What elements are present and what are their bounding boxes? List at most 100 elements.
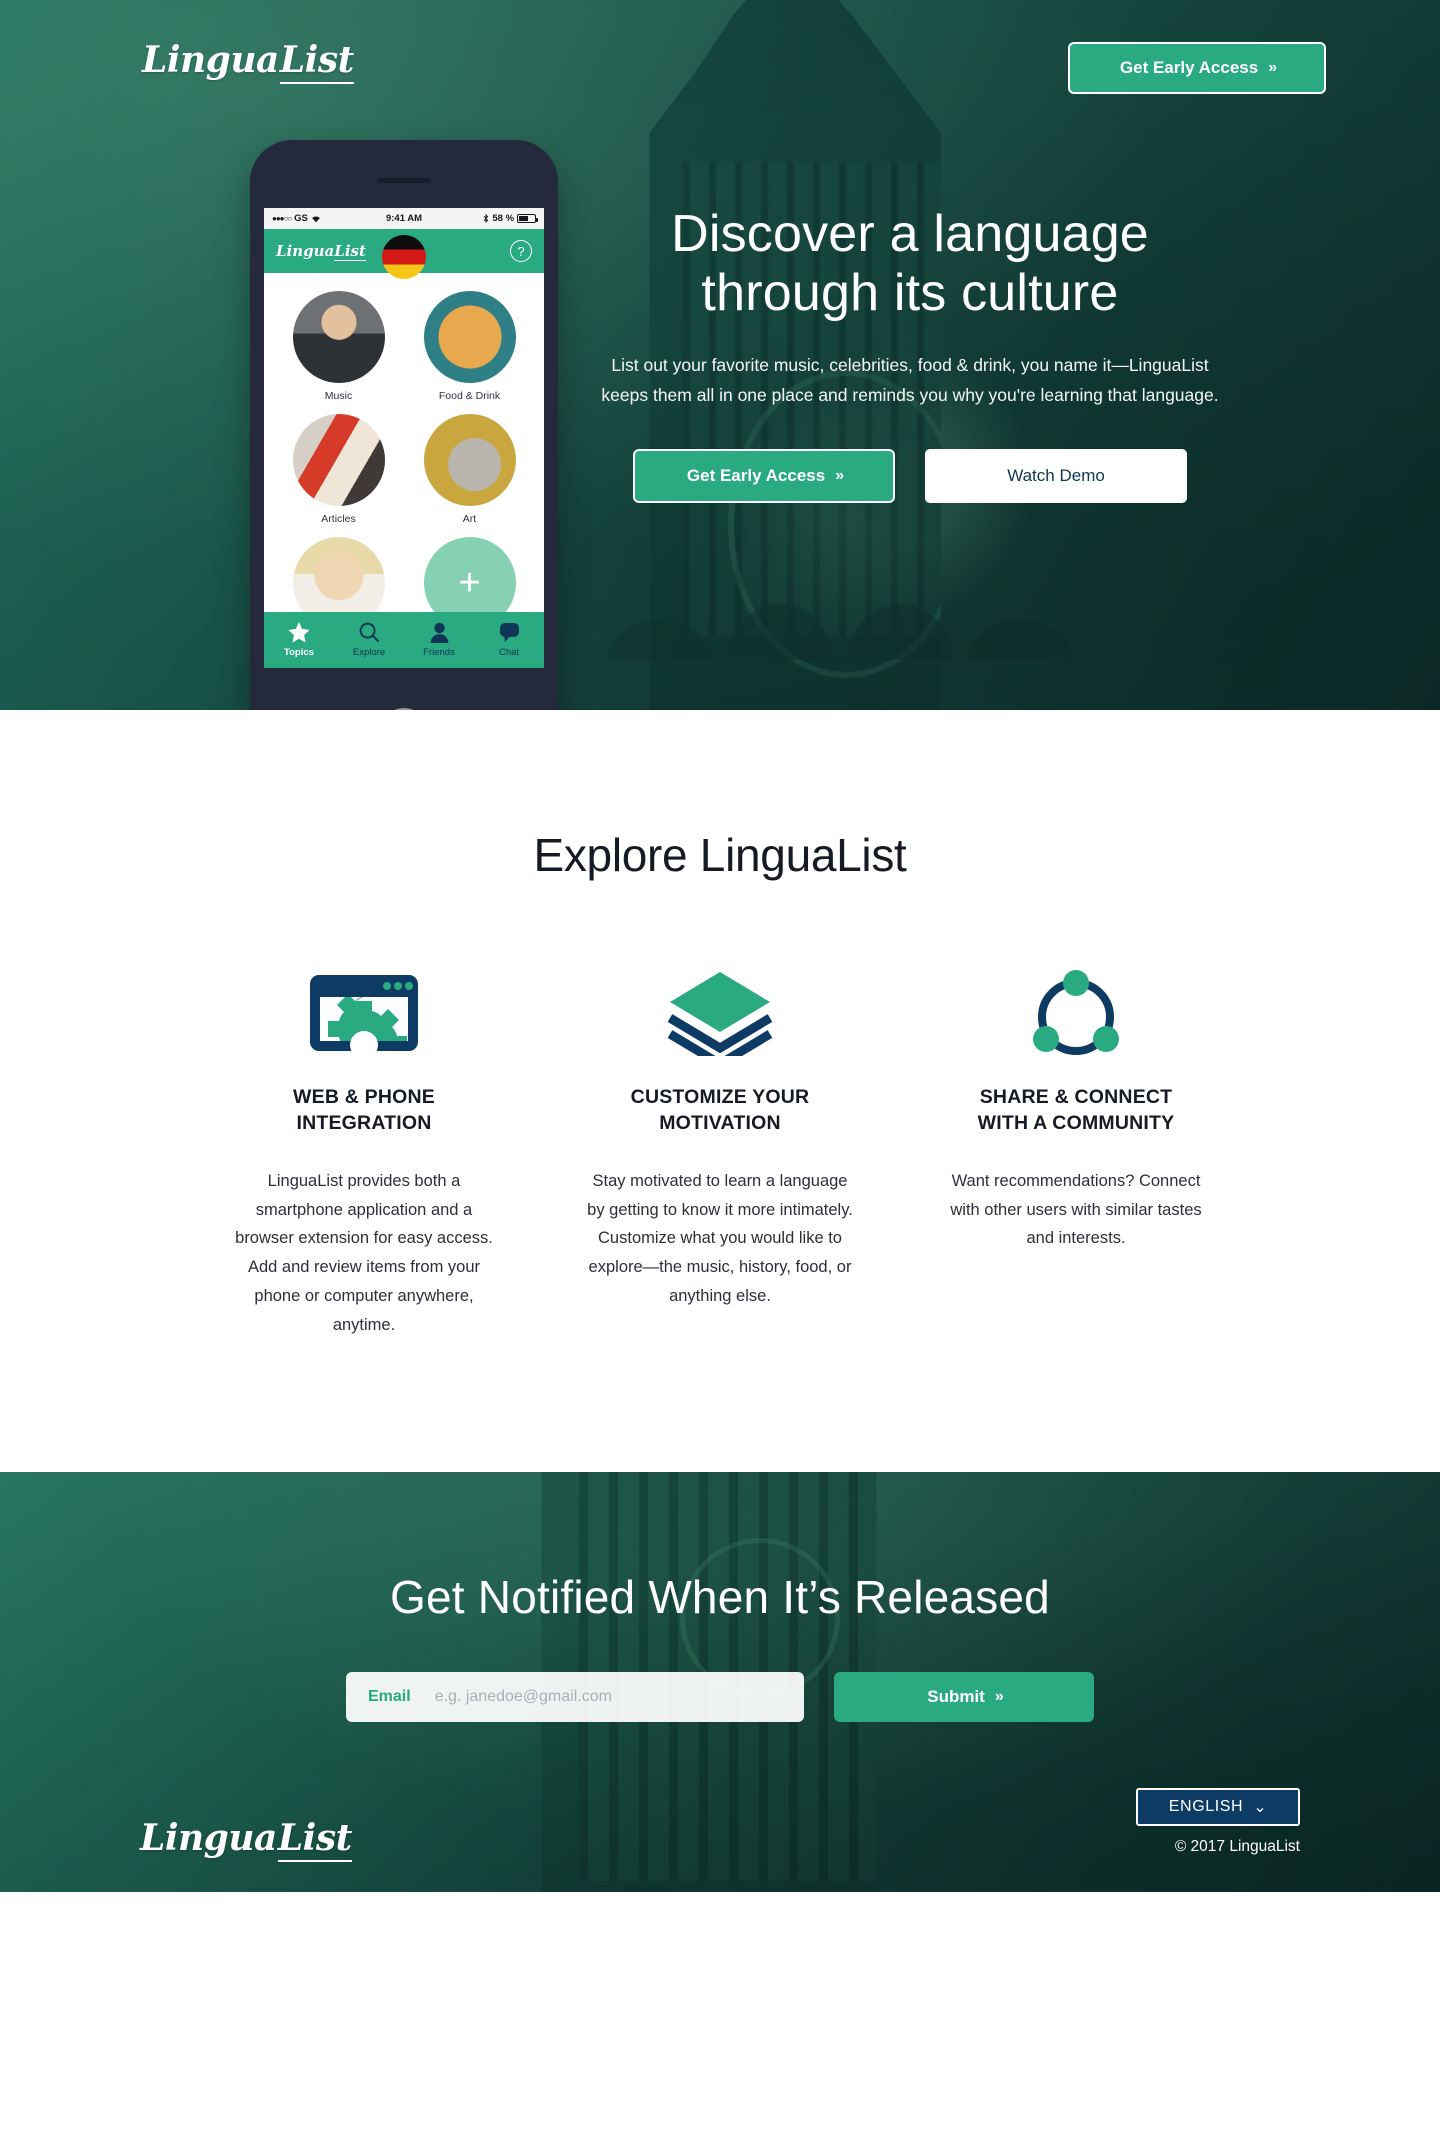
battery-icon <box>517 214 539 223</box>
tile-label: Food & Drink <box>438 390 501 402</box>
tile-label: Art <box>462 513 477 525</box>
hero-section: LinguaList Get Early Access » ●●●○○ GS 9… <box>0 0 1440 710</box>
footer-logo-lingua: Lingua <box>140 1816 277 1859</box>
header-get-early-access-button[interactable]: Get Early Access » <box>1068 42 1326 94</box>
hero-subtitle: List out your favorite music, celebritie… <box>601 354 1219 406</box>
hero-button-group: Get Early Access » Watch Demo <box>570 448 1250 503</box>
notify-content: Get Notified When It’s Released Email Su… <box>0 1472 1440 1722</box>
feature-title: WEB & PHONE INTEGRATION <box>225 1084 503 1137</box>
feature-title-line1: WEB & PHONE <box>293 1086 435 1108</box>
german-flag-icon[interactable] <box>382 235 426 279</box>
tile-label: Articles <box>321 513 356 525</box>
footer-logo[interactable]: LinguaList <box>140 1816 352 1862</box>
feature-title-line2: WITH A COMMUNITY <box>977 1112 1175 1135</box>
layers-icon <box>581 966 859 1058</box>
signal-strength-icon: ●●●○○ <box>272 214 292 223</box>
submit-label: Submit <box>927 1686 985 1706</box>
feature-customize-motivation: CUSTOMIZE YOUR MOTIVATION Stay motivated… <box>581 966 859 1340</box>
email-label: Email <box>368 1687 411 1705</box>
sculpture-photo-icon <box>423 414 516 506</box>
wifi-icon <box>312 216 320 222</box>
features-section: Explore LinguaList WEB & PHONE INTEGRATI <box>0 710 1440 1472</box>
feature-row: WEB & PHONE INTEGRATION LinguaList provi… <box>0 966 1440 1340</box>
email-field-wrapper[interactable]: Email <box>346 1671 804 1722</box>
watch-demo-button[interactable]: Watch Demo <box>925 448 1187 503</box>
hero-title-line2: through its culture <box>701 264 1119 323</box>
nav-item-explore[interactable]: Explore <box>334 612 404 668</box>
magazines-photo-icon <box>292 414 385 506</box>
phone-home-button[interactable] <box>380 708 428 710</box>
tile-label: Music <box>324 390 353 402</box>
phone-mockup: ●●●○○ GS 9:41 AM 58 % LinguaList ? Music… <box>250 140 558 710</box>
bluetooth-icon <box>484 214 489 223</box>
signup-form: Email Submit » <box>0 1671 1440 1722</box>
feature-body: LinguaList provides both a smartphone ap… <box>235 1171 493 1334</box>
copyright-text: © 2017 LinguaList <box>1174 1837 1300 1855</box>
help-icon[interactable]: ? <box>510 240 532 262</box>
phone-clock: 9:41 AM <box>385 213 423 224</box>
battery-percent-label: 58 % <box>492 213 515 224</box>
chat-bubble-icon <box>499 623 519 642</box>
app-tile-music[interactable]: Music <box>286 291 391 402</box>
nav-label: Explore <box>352 647 386 658</box>
hero-copy: Discover a language through its culture … <box>570 205 1250 503</box>
carrier-label: GS <box>294 213 308 224</box>
feature-title-line1: SHARE & CONNECT <box>979 1086 1173 1108</box>
phone-speaker <box>377 178 431 183</box>
site-logo[interactable]: LinguaList <box>142 39 354 84</box>
feature-title-line2: MOTIVATION <box>659 1112 781 1135</box>
chevron-right-icon: » <box>835 466 844 484</box>
app-tile-articles[interactable]: Articles <box>286 414 391 525</box>
network-share-icon <box>937 966 1215 1058</box>
chevron-right-icon: » <box>994 1687 1004 1705</box>
language-selector[interactable]: ENGLISH ⌄ <box>1136 1787 1300 1826</box>
app-topic-grid: Music Food & Drink Articles Art + <box>264 273 544 629</box>
browser-gear-icon <box>225 966 503 1058</box>
footer-bar: LinguaList ENGLISH ⌄ © 2017 LinguaList <box>0 1787 1440 1862</box>
submit-button[interactable]: Submit » <box>834 1671 1094 1722</box>
feature-title-line2: INTEGRATION <box>296 1112 432 1135</box>
search-icon <box>359 622 379 643</box>
feature-body: Want recommendations? Connect with other… <box>950 1171 1202 1248</box>
star-icon <box>288 622 310 643</box>
app-tile-art[interactable]: Art <box>417 414 522 525</box>
nav-item-friends[interactable]: Friends <box>404 612 474 668</box>
nav-label: Friends <box>423 647 455 658</box>
hero-title: Discover a language through its culture <box>570 205 1250 324</box>
chevron-right-icon: » <box>1268 59 1277 76</box>
language-selected-label: ENGLISH <box>1168 1797 1244 1815</box>
nav-item-chat[interactable]: Chat <box>474 612 544 668</box>
app-bottom-nav: Topics Explore Friends Chat <box>264 612 544 668</box>
footer-logo-list: List <box>277 1816 352 1862</box>
header-cta-label: Get Early Access <box>1119 58 1259 77</box>
logo-text-lingua: Lingua <box>142 39 279 81</box>
app-logo: LinguaList <box>276 242 366 261</box>
chevron-down-icon: ⌄ <box>1253 1798 1268 1816</box>
feature-web-phone-integration: WEB & PHONE INTEGRATION LinguaList provi… <box>225 966 503 1340</box>
email-input[interactable] <box>434 1687 782 1706</box>
logo-text-list: List <box>279 39 354 84</box>
feature-title: CUSTOMIZE YOUR MOTIVATION <box>581 1084 859 1137</box>
notify-section: Get Notified When It’s Released Email Su… <box>0 1471 1440 1892</box>
feature-share-connect: SHARE & CONNECT WITH A COMMUNITY Want re… <box>937 966 1215 1340</box>
nav-label: Chat <box>498 647 520 658</box>
app-header: LinguaList ? <box>264 229 544 279</box>
pretzel-photo-icon <box>423 291 516 383</box>
app-tile-food[interactable]: Food & Drink <box>417 291 522 402</box>
hero-title-line1: Discover a language <box>671 205 1149 263</box>
phone-status-bar: ●●●○○ GS 9:41 AM 58 % <box>264 208 544 229</box>
footer-right: ENGLISH ⌄ © 2017 LinguaList <box>1136 1787 1300 1856</box>
nav-item-topics[interactable]: Topics <box>264 612 334 668</box>
music-avatar-icon <box>292 291 385 383</box>
nav-label: Topics <box>284 647 314 658</box>
feature-body: Stay motivated to learn a language by ge… <box>587 1171 853 1306</box>
landing-page: LinguaList Get Early Access » ●●●○○ GS 9… <box>0 0 1440 1892</box>
feature-title: SHARE & CONNECT WITH A COMMUNITY <box>937 1084 1215 1137</box>
phone-screen: ●●●○○ GS 9:41 AM 58 % LinguaList ? Music… <box>264 208 544 668</box>
person-icon <box>430 622 448 643</box>
notify-heading: Get Notified When It’s Released <box>390 1570 1050 1623</box>
hero-get-early-access-button[interactable]: Get Early Access » <box>633 448 895 503</box>
features-heading: Explore LinguaList <box>533 829 907 881</box>
feature-title-line1: CUSTOMIZE YOUR <box>630 1086 810 1108</box>
hero-primary-cta-label: Get Early Access <box>686 465 826 485</box>
